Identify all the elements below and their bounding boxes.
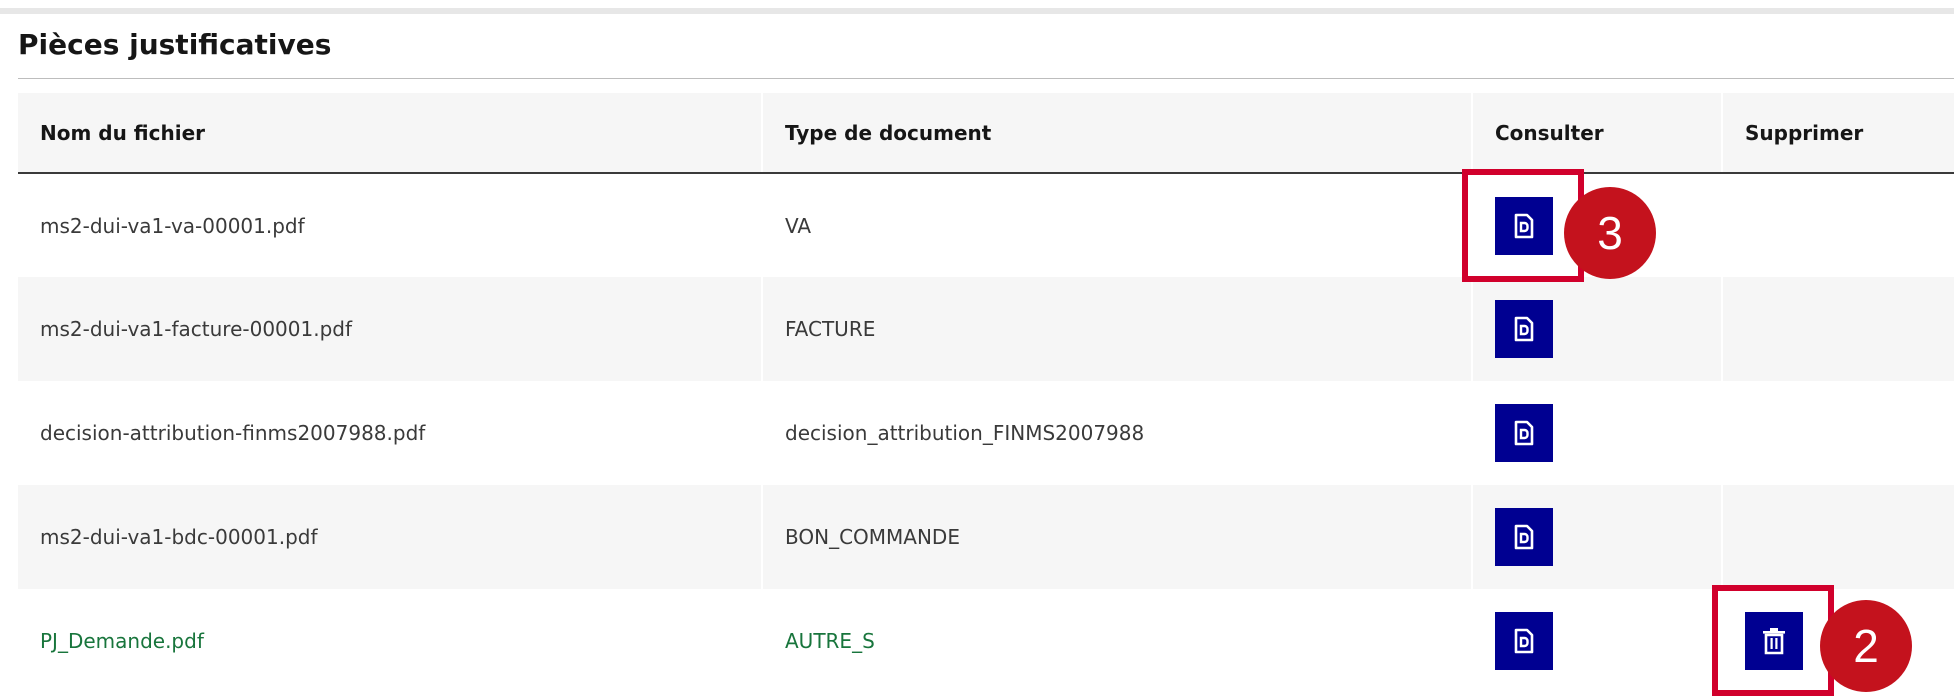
document-type-cell: AUTRE_S [761,589,1472,693]
delete-cell [1721,381,1954,485]
header-document-type: Type de document [761,93,1472,174]
document-type-cell: BON_COMMANDE [761,485,1472,589]
view-document-button[interactable] [1495,508,1553,566]
header-view: Consulter [1471,93,1722,174]
top-bar [0,0,1954,14]
view-cell [1471,277,1722,381]
delete-cell [1721,277,1954,381]
table-row: ms2-dui-va1-facture-00001.pdf FACTURE [18,277,1954,381]
section-title: Pièces justificatives [18,28,332,61]
document-icon [1514,420,1534,446]
document-icon [1514,524,1534,550]
view-document-button[interactable] [1495,300,1553,358]
file-name-cell: ms2-dui-va1-va-00001.pdf [40,213,305,238]
view-document-button[interactable] [1495,612,1553,670]
title-divider [18,78,1954,79]
file-name-cell: decision-attribution-finms2007988.pdf [40,421,426,445]
document-type-cell: FACTURE [761,277,1472,381]
table-row: decision-attribution-finms2007988.pdf de… [18,381,1954,485]
header-file-name: Nom du fichier [18,93,762,174]
step-marker-3: 3 [1564,187,1656,279]
documents-table: Nom du fichier Type de document Consulte… [18,93,1954,693]
file-name-cell: ms2-dui-va1-bdc-00001.pdf [40,525,318,549]
delete-button-highlight [1712,585,1834,696]
delete-cell [1721,173,1954,277]
file-name-cell: PJ_Demande.pdf [40,629,204,653]
step-marker-2: 2 [1820,600,1912,692]
view-cell [1471,485,1722,589]
table-row: ms2-dui-va1-bdc-00001.pdf BON_COMMANDE [18,485,1954,589]
table-header-row: Nom du fichier Type de document Consulte… [18,93,1954,174]
header-delete: Supprimer [1721,93,1954,174]
view-cell [1471,381,1722,485]
table-row: PJ_Demande.pdf AUTRE_S [18,589,1954,693]
table-row: ms2-dui-va1-va-00001.pdf VA [18,173,1954,277]
document-type-cell: VA [761,173,1472,277]
document-icon [1514,628,1534,654]
document-type-cell: decision_attribution_FINMS2007988 [761,381,1472,485]
document-icon [1514,316,1534,342]
file-name-cell: ms2-dui-va1-facture-00001.pdf [40,317,353,341]
view-cell [1471,589,1722,693]
view-document-button[interactable] [1495,404,1553,462]
delete-cell [1721,485,1954,589]
